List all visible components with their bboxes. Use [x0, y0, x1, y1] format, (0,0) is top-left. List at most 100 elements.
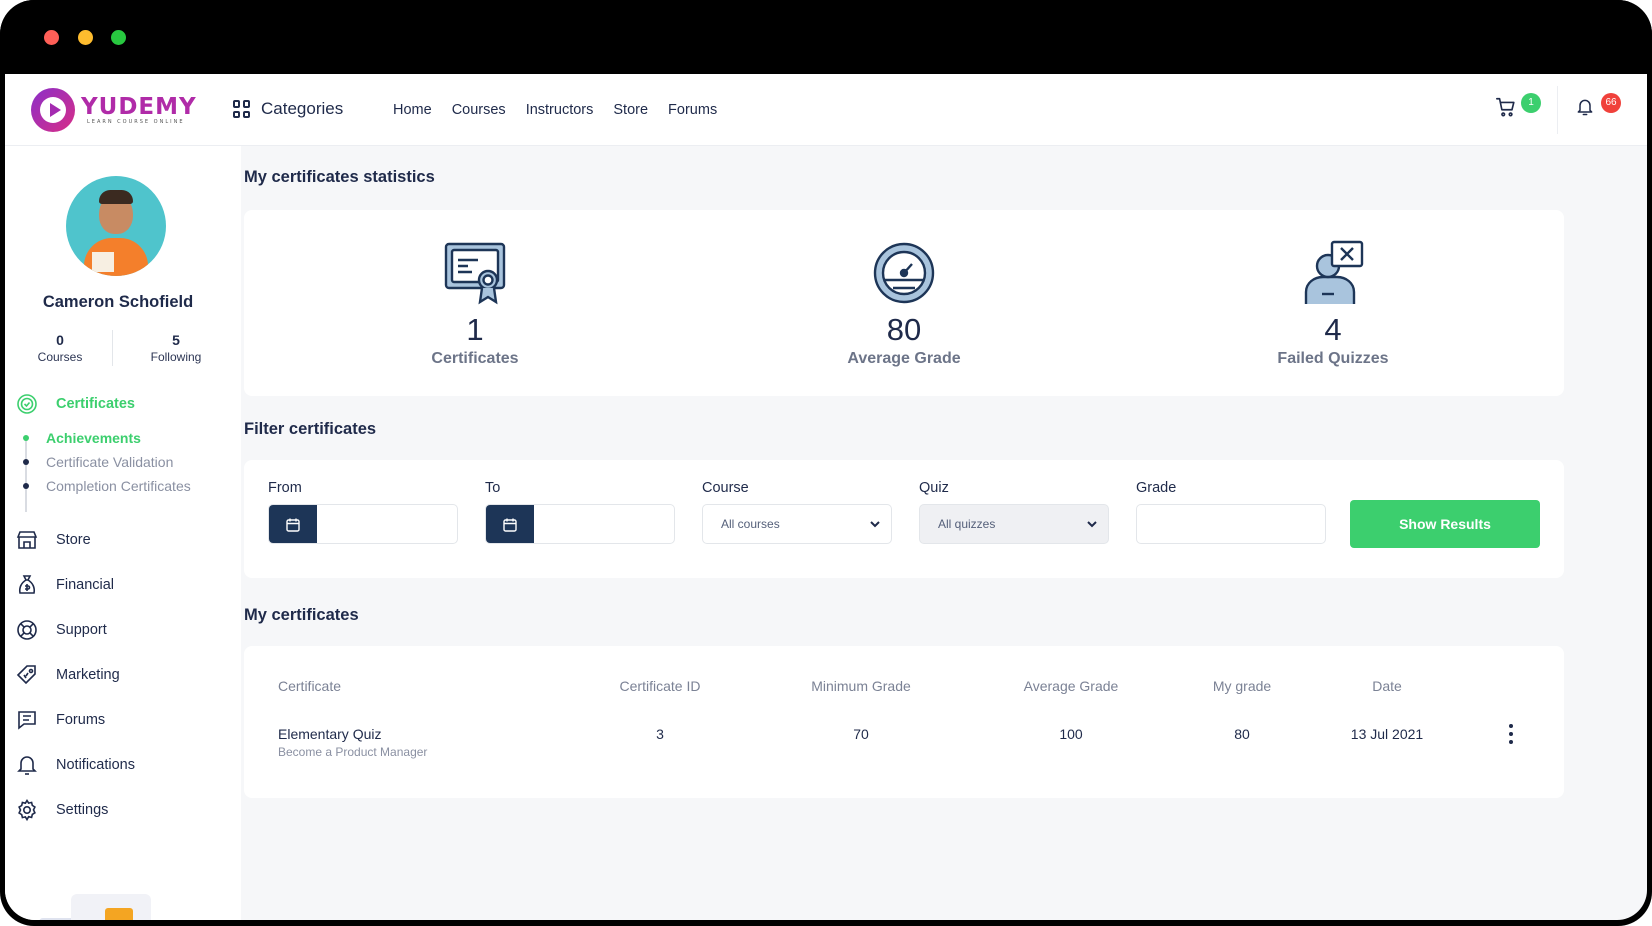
course-label: Course: [702, 480, 749, 496]
certificates-section-title: My certificates: [244, 606, 359, 624]
course-select[interactable]: All courses: [702, 504, 892, 544]
sidebar-subitem-label: Completion Certificates: [46, 478, 191, 494]
gauge-icon: [873, 242, 935, 304]
sidebar-item-marketing[interactable]: Marketing: [15, 663, 120, 687]
minimum-grade: 70: [853, 726, 869, 742]
filter-panel: From To Course All courses Quiz All quiz…: [244, 460, 1564, 578]
minimize-window-button[interactable]: [78, 30, 93, 45]
average-grade-stat-card: 80 Average Grade: [774, 240, 1034, 368]
submenu-line: [25, 436, 27, 512]
quiz-select[interactable]: All quizzes: [919, 504, 1109, 544]
sidebar-subitem-completion-certificates[interactable]: Completion Certificates: [23, 478, 191, 494]
top-header: YUDEMY LEARN COURSE ONLINE Categories Ho…: [5, 74, 1647, 146]
nav-home-link[interactable]: Home: [393, 102, 432, 118]
certificates-value: 1: [466, 312, 484, 347]
calendar-icon[interactable]: [486, 505, 534, 543]
chevron-down-icon: [1087, 521, 1097, 528]
quiz-label: Quiz: [919, 480, 949, 496]
sidebar-item-financial[interactable]: Financial: [15, 573, 114, 597]
average-grade-value: 80: [886, 312, 922, 347]
certificate-date: 13 Jul 2021: [1350, 726, 1424, 742]
notification-count-badge: 66: [1601, 93, 1621, 113]
failed-quizzes-caption: Failed Quizzes: [1277, 350, 1389, 367]
grade-input[interactable]: [1136, 504, 1326, 544]
sidebar-item-label: Store: [56, 532, 91, 548]
notifications-button[interactable]: 66: [1575, 93, 1621, 122]
lifebuoy-icon: [15, 618, 39, 642]
average-grade-caption: Average Grade: [847, 350, 961, 367]
certificate-name: Elementary Quiz: [278, 726, 382, 742]
to-label: To: [485, 480, 501, 496]
certificates-table: Certificate Certificate ID Minimum Grade…: [244, 646, 1564, 798]
brand-name: YUDEMY: [81, 94, 197, 120]
following-count: 5: [172, 332, 180, 348]
browser-window: YUDEMY LEARN COURSE ONLINE Categories Ho…: [0, 0, 1652, 926]
brand-logo[interactable]: YUDEMY LEARN COURSE ONLINE: [31, 88, 197, 132]
courses-stat: 0 Courses: [5, 332, 115, 364]
sidebar: Cameron Schofield 0 Courses 5 Following …: [5, 146, 241, 920]
sidebar-subitem-certificate-validation[interactable]: Certificate Validation: [23, 454, 173, 470]
column-header-certificate: Certificate: [278, 678, 342, 694]
sidebar-item-notifications[interactable]: Notifications: [15, 753, 135, 777]
certificate-id: 3: [656, 726, 664, 742]
gear-icon: [15, 798, 39, 822]
filter-section-title: Filter certificates: [244, 420, 377, 438]
row-actions-menu-icon[interactable]: [1506, 724, 1516, 744]
certificate-badge-icon: [15, 392, 39, 416]
stats-divider: [112, 330, 113, 366]
show-results-button[interactable]: Show Results: [1350, 500, 1540, 548]
courses-label: Courses: [37, 350, 83, 364]
categories-label: Categories: [261, 99, 344, 118]
column-header-minimum-grade: Minimum Grade: [811, 678, 911, 694]
cart-icon: [1496, 97, 1515, 117]
close-window-button[interactable]: [44, 30, 59, 45]
from-date-input[interactable]: [268, 504, 458, 544]
sidebar-item-certificates[interactable]: Certificates: [15, 392, 135, 416]
main-nav: Home Courses Instructors Store Forums: [393, 102, 737, 118]
sidebar-item-label: Certificates: [56, 396, 135, 412]
sidebar-item-store[interactable]: Store: [15, 528, 91, 552]
failed-quizzes-stat-card: 4 Failed Quizzes: [1203, 240, 1463, 368]
sidebar-item-label: Notifications: [56, 757, 135, 773]
grid-icon: [233, 100, 251, 118]
sidebar-item-label: Settings: [56, 802, 109, 818]
my-grade: 80: [1234, 726, 1250, 742]
user-name: Cameron Schofield: [42, 293, 194, 311]
sidebar-item-label: Forums: [56, 712, 106, 728]
chat-icon: [15, 708, 39, 732]
failed-quiz-icon: [1304, 240, 1364, 304]
maximize-window-button[interactable]: [111, 30, 126, 45]
quiz-select-value: All quizzes: [938, 517, 996, 531]
sidebar-item-support[interactable]: Support: [15, 618, 107, 642]
sidebar-subitem-label: Certificate Validation: [46, 454, 174, 470]
certificates-stat-card: 1 Certificates: [345, 240, 605, 368]
stats-panel: 1 Certificates 80 Average Grade 4 Failed…: [244, 210, 1564, 396]
sidebar-item-settings[interactable]: Settings: [15, 798, 108, 822]
sidebar-item-label: Financial: [56, 577, 115, 593]
store-icon: [15, 528, 39, 552]
failed-quizzes-value: 4: [1324, 312, 1342, 347]
nav-instructors-link[interactable]: Instructors: [526, 102, 594, 118]
from-label: From: [268, 480, 302, 496]
nav-courses-link[interactable]: Courses: [452, 102, 506, 118]
certificate-icon: [444, 242, 506, 305]
courses-count: 0: [56, 332, 64, 348]
header-divider: [1557, 86, 1558, 134]
avatar[interactable]: [66, 176, 166, 276]
cart-button[interactable]: 1: [1495, 93, 1541, 122]
tag-icon: [15, 663, 39, 687]
to-date-input[interactable]: [485, 504, 675, 544]
stats-section-title: My certificates statistics: [244, 168, 435, 186]
window-titlebar: [0, 0, 1652, 74]
sidebar-subitem-label: Achievements: [46, 430, 141, 446]
calendar-icon[interactable]: [269, 505, 317, 543]
bell-icon: [15, 753, 39, 777]
nav-store-link[interactable]: Store: [613, 102, 648, 118]
column-header-my-grade: My grade: [1212, 678, 1272, 694]
nav-forums-link[interactable]: Forums: [668, 102, 717, 118]
sidebar-item-forums[interactable]: Forums: [15, 708, 105, 732]
following-label: Following: [150, 350, 202, 364]
sidebar-subitem-achievements[interactable]: Achievements: [23, 430, 141, 446]
grade-label: Grade: [1136, 480, 1177, 496]
categories-menu-button[interactable]: Categories: [233, 99, 343, 119]
